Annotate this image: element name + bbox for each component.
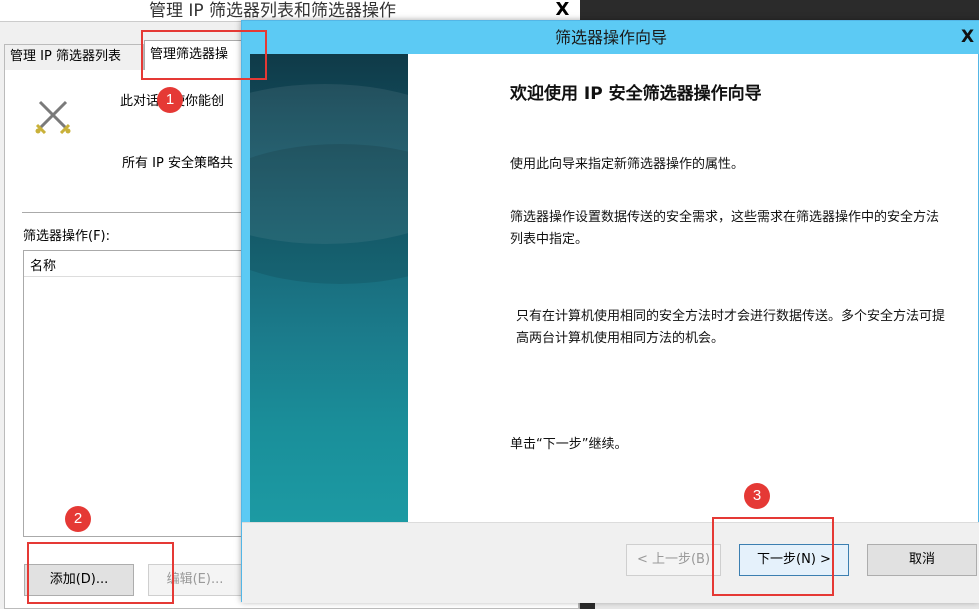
banner-decoration [250,144,408,284]
wizard-frame-edge [242,54,250,522]
filter-actions-label: 筛选器操作(F): [23,229,111,244]
divider [22,212,242,213]
dialog-close-button[interactable]: X [545,0,580,22]
filter-actions-list[interactable] [23,250,253,537]
dialog-titlebar: 管理 IP 筛选器列表和筛选器操作 X [0,0,580,22]
wizard-paragraph: 使用此向导来指定新筛选器操作的属性。 [510,157,745,172]
wizard-close-button[interactable]: X [957,21,979,54]
filter-action-wizard: 筛选器操作向导 X 欢迎使用 IP 安全筛选器操作向导 使用此向导来指定新筛选器… [241,20,979,603]
dialog-description-secondary: 所有 IP 安全策略共 [122,156,233,171]
wizard-title: 筛选器操作向导 [554,28,667,47]
highlight-box-add [27,542,174,604]
dialog-title: 管理 IP 筛选器列表和筛选器操作 [148,1,397,21]
wizard-paragraph: 只有在计算机使用相同的安全方法时才会进行数据传送。多个安全方法可提高两台计算机使… [516,309,946,346]
crossed-swords-icon [34,98,74,135]
highlight-box-tab [141,30,267,80]
tab-filter-lists[interactable]: 管理 IP 筛选器列表 [4,44,144,70]
step-marker: 1 [157,87,183,113]
step-marker: 2 [65,506,91,532]
step-marker: 3 [744,483,770,509]
wizard-paragraph: 筛选器操作设置数据传送的安全需求，这些需求在筛选器操作中的安全方法列表中指定。 [510,210,940,247]
highlight-box-next [712,517,834,596]
wizard-titlebar: 筛选器操作向导 X [242,21,979,54]
cancel-button[interactable]: 取消 [867,544,977,576]
wizard-heading: 欢迎使用 IP 安全筛选器操作向导 [510,84,762,104]
wizard-banner-image [250,54,408,522]
column-header-separator [24,276,244,277]
column-header-name[interactable]: 名称 [30,255,56,274]
back-button[interactable]: < 上一步(B) [626,544,721,576]
wizard-paragraph: 单击“下一步”继续。 [510,437,628,452]
